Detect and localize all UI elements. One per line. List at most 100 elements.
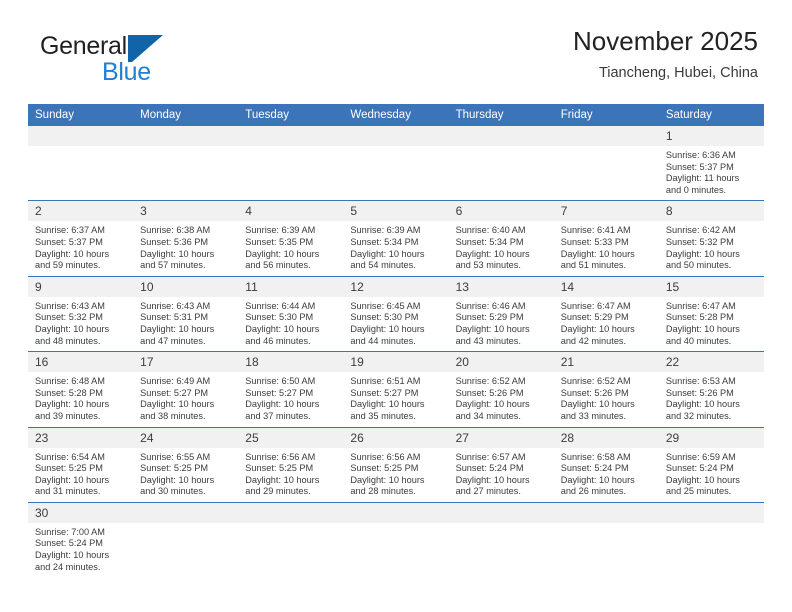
daylight-line-2: and 57 minutes. bbox=[140, 260, 206, 271]
weekday-header-sunday: Sunday bbox=[28, 104, 134, 126]
calendar-week-row: 30 Sunrise: 7:00 AM Sunset: 5:24 PM Dayligh… bbox=[28, 501, 764, 578]
calendar-day-cell[interactable]: 9 Sunrise: 6:43 AM Sunset: 5:32 PM Daylight… bbox=[28, 275, 134, 352]
calendar-day-cell[interactable]: 15 Sunrise: 6:47 AM Sunset: 5:28 PM Dayligh… bbox=[658, 275, 764, 352]
daylight-line-2: and 54 minutes. bbox=[350, 260, 416, 271]
calendar-day-cell[interactable]: 20 Sunrise: 6:52 AM Sunset: 5:26 PM Dayligh… bbox=[448, 351, 554, 427]
sunset-time: Sunset: 5:28 PM bbox=[665, 312, 734, 323]
sunset-time: Sunset: 5:29 PM bbox=[455, 312, 524, 323]
sunset-time: Sunset: 5:30 PM bbox=[350, 312, 419, 323]
calendar-day-cell-empty bbox=[448, 501, 554, 578]
daylight-line-2: and 26 minutes. bbox=[560, 486, 627, 497]
daylight-line-1: Daylight: 10 hours bbox=[455, 399, 530, 410]
sunset-time: Sunset: 5:25 PM bbox=[140, 463, 209, 474]
day-details: Sunrise: 6:53 AM Sunset: 5:26 PM Daylight:… bbox=[659, 372, 764, 426]
daylight-line-2: and 34 minutes. bbox=[455, 410, 521, 421]
calendar-day-cell[interactable]: 23 Sunrise: 6:54 AM Sunset: 5:25 PM Dayligh… bbox=[28, 426, 134, 503]
day-details bbox=[554, 146, 659, 200]
sunrise-time: Sunrise: 6:47 AM bbox=[665, 300, 736, 311]
day-details: Sunrise: 6:52 AM Sunset: 5:26 PM Daylight:… bbox=[554, 372, 659, 426]
day-number: 12 bbox=[343, 276, 449, 297]
general-blue-logo[interactable]: General Blue bbox=[40, 32, 240, 92]
calendar-day-cell[interactable]: 16 Sunrise: 6:48 AM Sunset: 5:28 PM Dayligh… bbox=[28, 351, 134, 427]
calendar-week-row: 2 Sunrise: 6:37 AM Sunset: 5:37 PM Daylight… bbox=[28, 200, 764, 277]
daylight-line-2: and 24 minutes. bbox=[35, 561, 101, 572]
daylight-line-1: Daylight: 10 hours bbox=[35, 550, 110, 561]
calendar-day-cell[interactable]: 24 Sunrise: 6:55 AM Sunset: 5:25 PM Dayligh… bbox=[133, 426, 239, 503]
sunset-time: Sunset: 5:26 PM bbox=[560, 387, 629, 398]
sunset-time: Sunset: 5:35 PM bbox=[245, 236, 314, 247]
day-number: 28 bbox=[553, 427, 659, 448]
title-block: November 2025 Tiancheng, Hubei, China bbox=[573, 24, 758, 84]
day-details bbox=[343, 523, 448, 577]
calendar-day-cell[interactable]: 8 Sunrise: 6:42 AM Sunset: 5:32 PM Daylight… bbox=[658, 200, 764, 277]
calendar-day-cell[interactable]: 17 Sunrise: 6:49 AM Sunset: 5:27 PM Dayligh… bbox=[133, 351, 239, 427]
calendar-day-cell[interactable]: 3 Sunrise: 6:38 AM Sunset: 5:36 PM Daylight… bbox=[133, 200, 239, 277]
calendar-day-cell[interactable]: 1 Sunrise: 6:36 AM Sunset: 5:37 PM Daylight… bbox=[658, 126, 764, 201]
calendar-day-cell[interactable]: 25 Sunrise: 6:56 AM Sunset: 5:25 PM Dayligh… bbox=[238, 426, 344, 503]
calendar-day-cell[interactable]: 30 Sunrise: 7:00 AM Sunset: 5:24 PM Dayligh… bbox=[28, 501, 134, 578]
calendar-day-cell[interactable]: 22 Sunrise: 6:53 AM Sunset: 5:26 PM Dayligh… bbox=[658, 351, 764, 427]
calendar-day-cell[interactable]: 21 Sunrise: 6:52 AM Sunset: 5:26 PM Dayligh… bbox=[553, 351, 659, 427]
calendar-day-cell[interactable]: 10 Sunrise: 6:43 AM Sunset: 5:31 PM Dayligh… bbox=[133, 275, 239, 352]
daylight-line-2: and 0 minutes. bbox=[665, 184, 727, 195]
sunset-time: Sunset: 5:27 PM bbox=[140, 387, 209, 398]
calendar-day-cell[interactable]: 13 Sunrise: 6:46 AM Sunset: 5:29 PM Dayligh… bbox=[448, 275, 554, 352]
sunset-time: Sunset: 5:36 PM bbox=[140, 236, 209, 247]
day-details: Sunrise: 6:56 AM Sunset: 5:25 PM Daylight:… bbox=[343, 448, 448, 502]
day-details: Sunrise: 6:39 AM Sunset: 5:35 PM Daylight:… bbox=[238, 221, 343, 275]
calendar-day-cell[interactable]: 29 Sunrise: 6:59 AM Sunset: 5:24 PM Dayligh… bbox=[658, 426, 764, 503]
calendar-day-cell[interactable]: 12 Sunrise: 6:45 AM Sunset: 5:30 PM Dayligh… bbox=[343, 275, 449, 352]
day-number: 18 bbox=[238, 352, 344, 373]
daylight-line-2: and 30 minutes. bbox=[140, 486, 206, 497]
calendar-day-cell[interactable]: 4 Sunrise: 6:39 AM Sunset: 5:35 PM Daylight… bbox=[238, 200, 344, 277]
day-details: Sunrise: 6:47 AM Sunset: 5:29 PM Daylight:… bbox=[554, 297, 659, 351]
daylight-line-1: Daylight: 10 hours bbox=[665, 474, 740, 485]
sunrise-time: Sunrise: 6:45 AM bbox=[350, 300, 421, 311]
calendar-day-cell[interactable]: 27 Sunrise: 6:57 AM Sunset: 5:24 PM Dayligh… bbox=[448, 426, 554, 503]
sunset-time: Sunset: 5:32 PM bbox=[35, 312, 103, 323]
calendar-day-cell[interactable]: 19 Sunrise: 6:51 AM Sunset: 5:27 PM Dayligh… bbox=[343, 351, 449, 427]
calendar-day-cell[interactable]: 6 Sunrise: 6:40 AM Sunset: 5:34 PM Daylight… bbox=[448, 200, 554, 277]
calendar-day-cell[interactable]: 5 Sunrise: 6:39 AM Sunset: 5:34 PM Daylight… bbox=[343, 200, 449, 277]
weekday-header-wednesday: Wednesday bbox=[343, 104, 449, 126]
daylight-line-1: Daylight: 10 hours bbox=[455, 323, 530, 334]
daylight-line-2: and 33 minutes. bbox=[560, 410, 627, 421]
calendar-day-cell[interactable]: 18 Sunrise: 6:50 AM Sunset: 5:27 PM Dayligh… bbox=[238, 351, 344, 427]
daylight-line-1: Daylight: 10 hours bbox=[140, 248, 215, 259]
calendar-day-cell-empty bbox=[553, 126, 659, 201]
daylight-line-2: and 56 minutes. bbox=[245, 260, 311, 271]
calendar-day-cell-empty bbox=[133, 501, 239, 578]
daylight-line-1: Daylight: 11 hours bbox=[665, 173, 740, 184]
calendar-day-cell-empty bbox=[238, 126, 344, 201]
sunrise-time: Sunrise: 6:59 AM bbox=[665, 451, 736, 462]
day-number: 11 bbox=[238, 276, 344, 297]
calendar-day-cell-empty bbox=[343, 501, 449, 578]
sunset-time: Sunset: 5:26 PM bbox=[455, 387, 524, 398]
sunset-time: Sunset: 5:31 PM bbox=[140, 312, 209, 323]
logo-text-blue: Blue bbox=[102, 58, 151, 86]
day-details bbox=[133, 523, 238, 577]
daylight-line-2: and 43 minutes. bbox=[455, 335, 521, 346]
daylight-line-1: Daylight: 10 hours bbox=[665, 323, 740, 334]
sunrise-time: Sunrise: 6:44 AM bbox=[245, 300, 316, 311]
calendar-day-cell[interactable]: 7 Sunrise: 6:41 AM Sunset: 5:33 PM Daylight… bbox=[553, 200, 659, 277]
day-number bbox=[343, 126, 449, 146]
day-number bbox=[658, 502, 764, 523]
sunrise-time: Sunrise: 6:38 AM bbox=[140, 225, 211, 236]
calendar-day-cell[interactable]: 26 Sunrise: 6:56 AM Sunset: 5:25 PM Dayligh… bbox=[343, 426, 449, 503]
sunset-time: Sunset: 5:24 PM bbox=[35, 538, 103, 549]
day-details: Sunrise: 6:41 AM Sunset: 5:33 PM Daylight:… bbox=[554, 221, 659, 275]
sunset-time: Sunset: 5:24 PM bbox=[665, 463, 734, 474]
calendar-day-cell[interactable]: 14 Sunrise: 6:47 AM Sunset: 5:29 PM Dayligh… bbox=[553, 275, 659, 352]
daylight-line-1: Daylight: 10 hours bbox=[560, 323, 635, 334]
day-number: 4 bbox=[238, 201, 344, 222]
weekday-header-saturday: Saturday bbox=[658, 104, 764, 126]
sunrise-time: Sunrise: 6:40 AM bbox=[455, 225, 526, 236]
calendar-page: General Blue November 2025 Tiancheng, Hu… bbox=[0, 0, 792, 612]
calendar-day-cell[interactable]: 2 Sunrise: 6:37 AM Sunset: 5:37 PM Daylight… bbox=[28, 200, 134, 277]
calendar-day-cell[interactable]: 28 Sunrise: 6:58 AM Sunset: 5:24 PM Dayligh… bbox=[553, 426, 659, 503]
day-details: Sunrise: 7:00 AM Sunset: 5:24 PM Daylight:… bbox=[28, 523, 133, 577]
sunrise-time: Sunrise: 6:43 AM bbox=[35, 300, 105, 311]
weekday-header-row: Sunday Monday Tuesday Wednesday Thursday Frid… bbox=[28, 104, 764, 126]
calendar-day-cell[interactable]: 11 Sunrise: 6:44 AM Sunset: 5:30 PM Dayligh… bbox=[238, 275, 344, 352]
